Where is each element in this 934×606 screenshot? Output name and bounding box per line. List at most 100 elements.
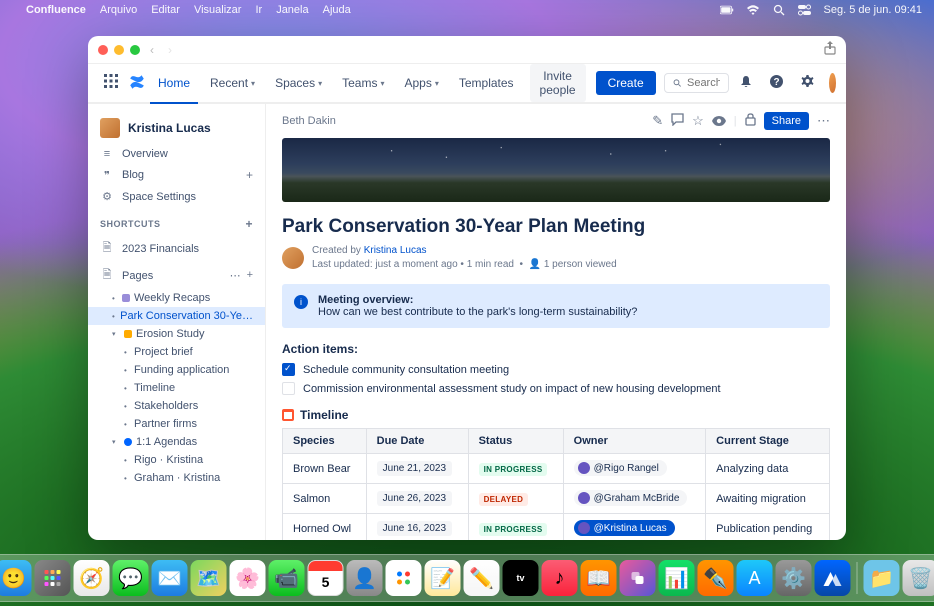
- tree-project-brief[interactable]: •Project brief: [88, 343, 265, 361]
- dock-tv[interactable]: tv: [503, 560, 539, 596]
- tree-weekly-recaps[interactable]: •Weekly Recaps: [88, 289, 265, 307]
- nav-teams[interactable]: Teams▾: [334, 63, 392, 103]
- nav-home[interactable]: Home: [150, 64, 198, 104]
- nav-apps[interactable]: Apps▾: [396, 63, 446, 103]
- dock-pages[interactable]: ✒️: [698, 560, 734, 596]
- menu-file[interactable]: Arquivo: [100, 4, 137, 16]
- user-mention[interactable]: @Rigo Rangel: [574, 460, 667, 476]
- nav-spaces[interactable]: Spaces▾: [267, 63, 330, 103]
- star-icon[interactable]: ☆: [692, 113, 704, 129]
- more-actions-icon[interactable]: ⋯: [817, 113, 830, 129]
- cell-status[interactable]: IN PROGRESS: [468, 454, 563, 484]
- control-center-icon[interactable]: [798, 4, 812, 16]
- dock-freeform[interactable]: ✏️: [464, 560, 500, 596]
- dock-downloads[interactable]: 📁: [864, 560, 900, 596]
- table-row[interactable]: SalmonJune 26, 2023DELAYED@Graham McBrid…: [283, 484, 830, 514]
- app-switcher-icon[interactable]: [98, 74, 124, 93]
- table-row[interactable]: Brown BearJune 21, 2023IN PROGRESS @Rigo …: [283, 454, 830, 484]
- dock-calendar[interactable]: 5: [308, 560, 344, 596]
- tree-erosion-study[interactable]: ▾Erosion Study: [88, 325, 265, 343]
- dock-books[interactable]: 📖: [581, 560, 617, 596]
- help-icon[interactable]: ?: [763, 74, 790, 92]
- search-box[interactable]: [664, 73, 729, 93]
- dock-maps[interactable]: 🗺️: [191, 560, 227, 596]
- tree-partner-firms[interactable]: •Partner firms: [88, 415, 265, 433]
- author-link[interactable]: Kristina Lucas: [364, 245, 427, 256]
- dock-system-settings[interactable]: ⚙️: [776, 560, 812, 596]
- watch-icon[interactable]: [712, 114, 726, 129]
- nav-templates[interactable]: Templates: [451, 63, 522, 103]
- spotlight-icon[interactable]: [772, 4, 786, 16]
- tree-stakeholders[interactable]: •Stakeholders: [88, 397, 265, 415]
- cell-stage[interactable]: Publication pending: [706, 514, 830, 541]
- window-minimize[interactable]: [114, 45, 124, 55]
- table-row[interactable]: Horned OwlJune 16, 2023IN PROGRESS @Krist…: [283, 514, 830, 541]
- tree-agendas[interactable]: ▾1:1 Agendas: [88, 433, 265, 451]
- checkbox-checked[interactable]: [282, 363, 295, 376]
- macos-share-icon[interactable]: [824, 41, 836, 58]
- tree-funding[interactable]: •Funding application: [88, 361, 265, 379]
- chevron-down-icon[interactable]: ▾: [112, 438, 120, 446]
- cell-species[interactable]: Brown Bear: [283, 454, 367, 484]
- author-avatar[interactable]: [282, 247, 304, 269]
- nav-back[interactable]: ‹: [146, 43, 158, 57]
- info-panel[interactable]: i Meeting overview: How can we best cont…: [282, 284, 830, 328]
- col-status[interactable]: Status: [468, 429, 563, 454]
- dock-trash[interactable]: 🗑️: [903, 560, 934, 596]
- window-close[interactable]: [98, 45, 108, 55]
- notifications-icon[interactable]: [733, 75, 759, 92]
- tree-graham-kristina[interactable]: •Graham · Kristina: [88, 469, 265, 487]
- app-menu[interactable]: Confluence: [26, 4, 86, 16]
- menu-view[interactable]: Visualizar: [194, 4, 242, 16]
- restrictions-icon[interactable]: [745, 113, 756, 129]
- menu-help[interactable]: Ajuda: [323, 4, 351, 16]
- comment-icon[interactable]: [671, 113, 684, 129]
- checkbox-unchecked[interactable]: [282, 382, 295, 395]
- dock-atlassian[interactable]: [815, 560, 851, 596]
- cell-owner[interactable]: @Kristina Lucas: [563, 514, 706, 541]
- cell-due[interactable]: June 21, 2023: [366, 454, 468, 484]
- sidebar-space-settings[interactable]: ⚙Space Settings: [88, 186, 265, 207]
- sidebar-blog[interactable]: ❞Blog+: [88, 164, 265, 186]
- dock-notes[interactable]: 📝: [425, 560, 461, 596]
- settings-icon[interactable]: [794, 74, 821, 92]
- dock-finder[interactable]: 🙂: [0, 560, 32, 596]
- menu-go[interactable]: Ir: [255, 4, 262, 16]
- share-button[interactable]: Share: [764, 112, 809, 130]
- breadcrumb-author[interactable]: Beth Dakin: [282, 115, 336, 127]
- pages-heading[interactable]: 🗎Pages ⋯+: [88, 262, 265, 289]
- tree-park-conservation[interactable]: •Park Conservation 30-Year Plan Meeting: [88, 307, 265, 325]
- pages-more-icon[interactable]: ⋯: [230, 269, 241, 282]
- dock-reminders[interactable]: [386, 560, 422, 596]
- nav-forward[interactable]: ›: [164, 43, 176, 57]
- menu-edit[interactable]: Editar: [151, 4, 180, 16]
- user-mention[interactable]: @Kristina Lucas: [574, 520, 675, 536]
- cell-owner[interactable]: @Rigo Rangel: [563, 454, 706, 484]
- cell-owner[interactable]: @Graham McBride: [563, 484, 706, 514]
- cell-species[interactable]: Salmon: [283, 484, 367, 514]
- col-due[interactable]: Due Date: [366, 429, 468, 454]
- cell-due[interactable]: June 16, 2023: [366, 514, 468, 541]
- action-item-1[interactable]: Schedule community consultation meeting: [266, 360, 846, 379]
- window-zoom[interactable]: [130, 45, 140, 55]
- dock-appstore[interactable]: A: [737, 560, 773, 596]
- dock-mail[interactable]: ✉️: [152, 560, 188, 596]
- cell-stage[interactable]: Analyzing data: [706, 454, 830, 484]
- space-header[interactable]: Kristina Lucas: [88, 112, 265, 144]
- dock-shortcuts[interactable]: [620, 560, 656, 596]
- cell-status[interactable]: IN PROGRESS: [468, 514, 563, 541]
- cell-status[interactable]: DELAYED: [468, 484, 563, 514]
- action-item-2[interactable]: Commission environmental assessment stud…: [266, 379, 846, 398]
- cell-due[interactable]: June 26, 2023: [366, 484, 468, 514]
- create-button[interactable]: Create: [596, 71, 656, 95]
- page-cover-image[interactable]: [282, 138, 830, 202]
- menubar-clock[interactable]: Seg. 5 de jun. 09:41: [824, 4, 922, 16]
- page-title[interactable]: Park Conservation 30-Year Plan Meeting: [266, 202, 846, 244]
- cell-species[interactable]: Horned Owl: [283, 514, 367, 541]
- dock-launchpad[interactable]: [35, 560, 71, 596]
- confluence-logo-icon[interactable]: [128, 73, 146, 94]
- col-stage[interactable]: Current Stage: [706, 429, 830, 454]
- dock-music[interactable]: ♪: [542, 560, 578, 596]
- add-page-icon[interactable]: +: [247, 269, 253, 282]
- add-shortcut-icon[interactable]: +: [245, 217, 253, 231]
